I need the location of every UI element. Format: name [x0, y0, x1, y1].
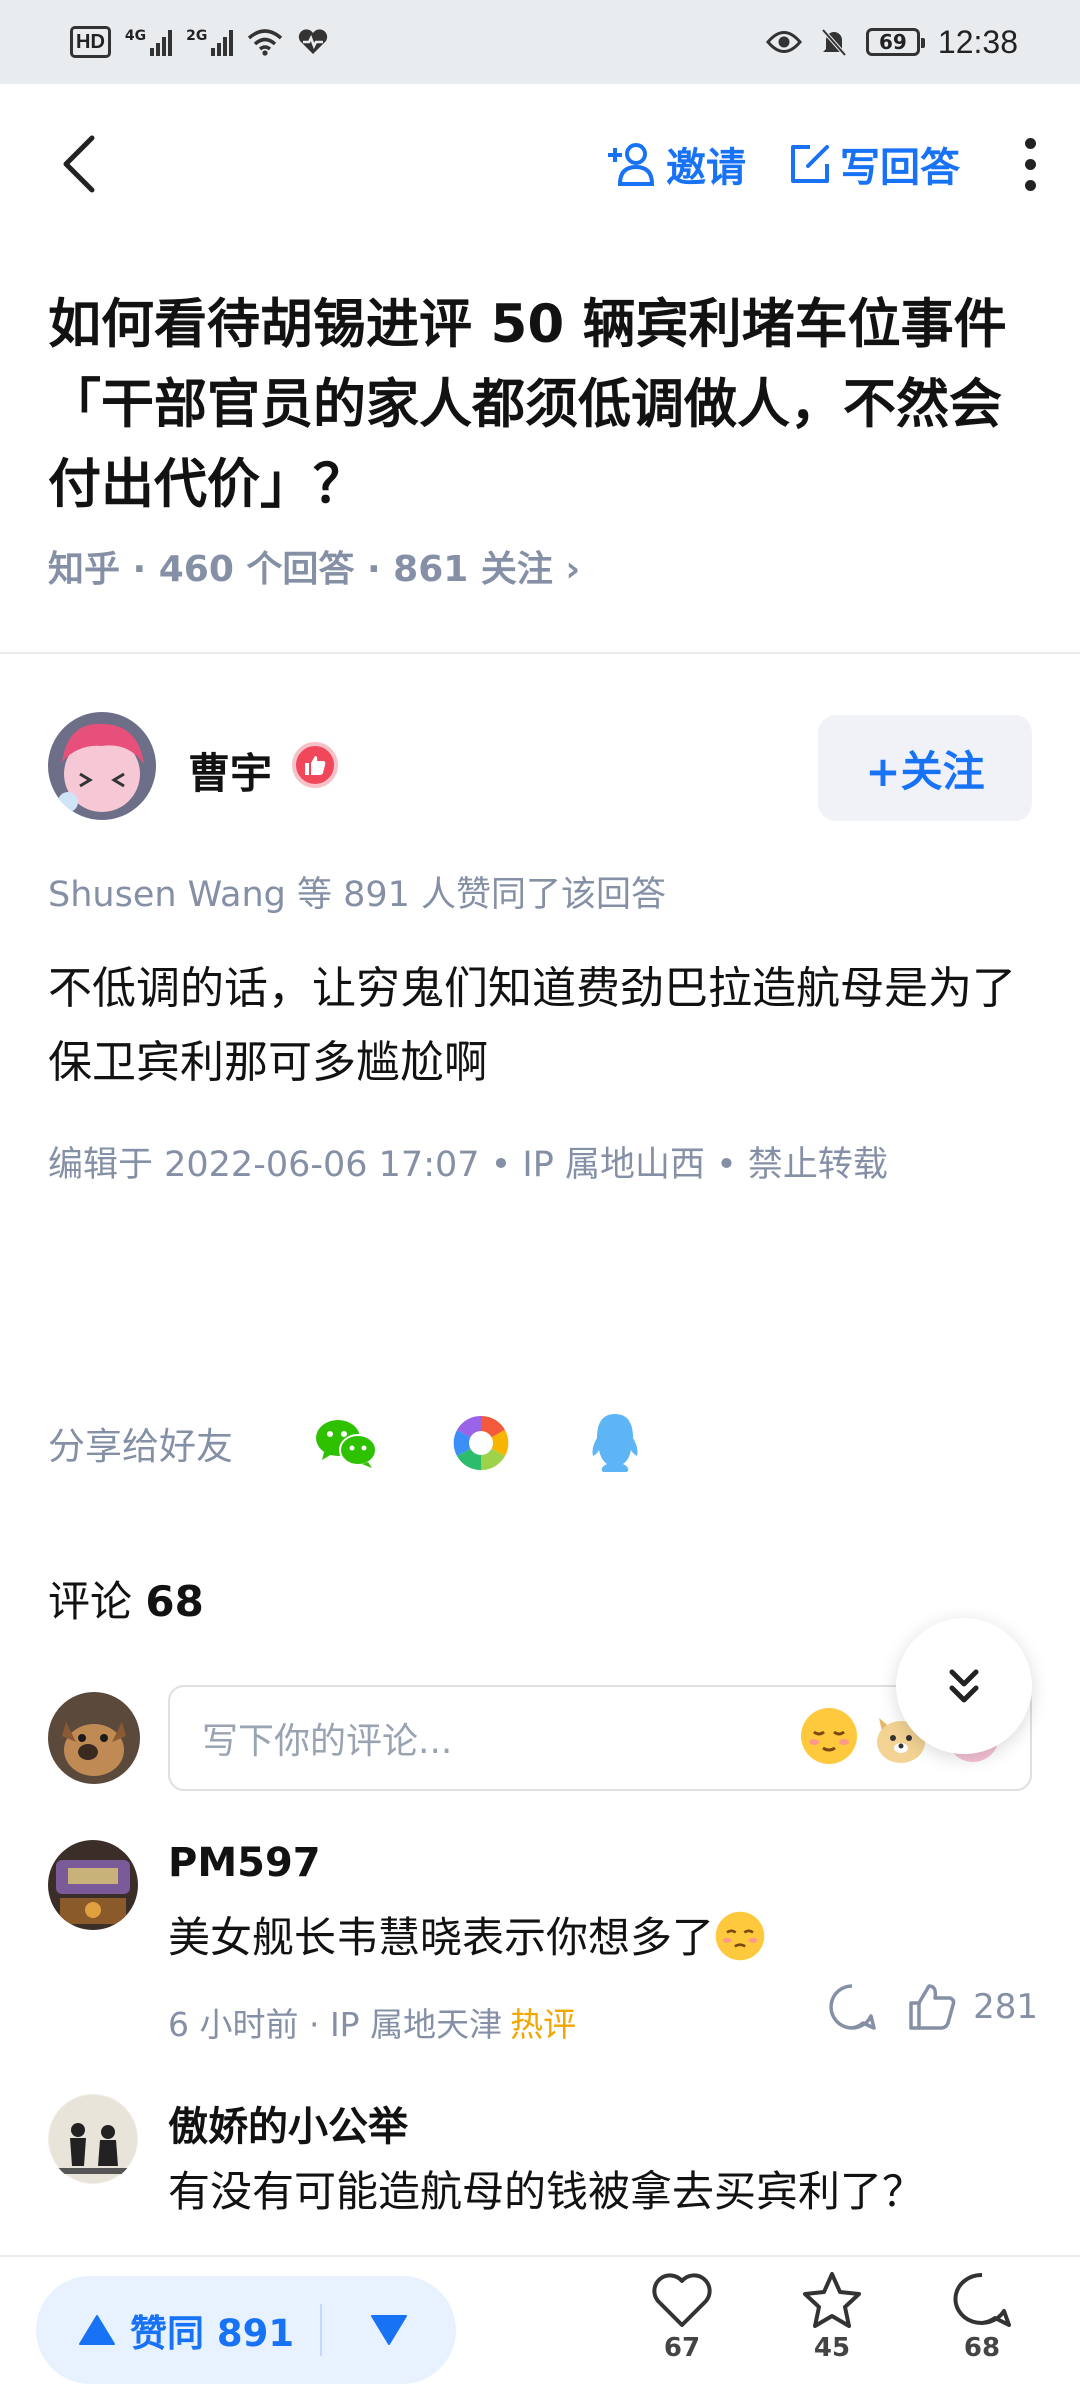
signal-2g-icon: 2G — [186, 28, 234, 56]
answer-meta: 编辑于 2022-06-06 17:07 • IP 属地山西 • 禁止转载 — [48, 1145, 888, 1185]
upvoters-text[interactable]: Shusen Wang 等 891 人赞同了该回答 — [48, 866, 666, 917]
content-emoji-icon[interactable] — [798, 1705, 860, 1767]
wechat-icon[interactable] — [312, 1408, 382, 1478]
star-icon — [803, 2272, 861, 2328]
comment-item: PM597 美女舰长韦慧晓表示你想多了 6 小时前 · IP 属地天津 热评 28… — [48, 1840, 1038, 2044]
downvote-button[interactable] — [322, 2314, 456, 2346]
question-title[interactable]: 如何看待胡锡进评 50 辆宾利堵车位事件「干部官员的家人都须低调做人，不然会付出… — [48, 285, 1028, 525]
comment-actions: 281 — [827, 1982, 1038, 2032]
user-avatar — [48, 1692, 140, 1784]
follow-button[interactable]: +关注 — [818, 715, 1032, 821]
triangle-down-icon — [371, 2315, 407, 2345]
share-label: 分享给好友 — [48, 1425, 233, 1468]
comments-header: 评论 68 — [48, 1568, 204, 1629]
hd-icon: HD — [70, 26, 111, 58]
author-name[interactable]: 曹宇 — [188, 740, 272, 801]
share-row: 分享给好友 — [48, 1408, 714, 1478]
comment-text-content: 美女舰长韦慧晓表示你想多了 — [168, 1913, 715, 1962]
top-nav: 邀请 写回答 — [0, 84, 1080, 244]
comment-input-placeholder: 写下你的评论... — [202, 1721, 453, 1762]
add-person-icon — [608, 143, 655, 186]
bottom-action-bar: 赞同 891 67 45 68 — [0, 2255, 1080, 2400]
comments-count: 68 — [145, 1577, 204, 1626]
invite-label: 邀请 — [666, 145, 746, 191]
back-button[interactable] — [60, 134, 120, 194]
comment-item: 傲娇的小公举 有没有可能造航母的钱被拿去买宾利了？ — [48, 2094, 1038, 2234]
moments-icon[interactable] — [446, 1408, 516, 1478]
invite-button[interactable]: 邀请 — [606, 135, 746, 193]
comment-meta: 6 小时前 · IP 属地天津 热评 — [168, 1998, 576, 2046]
more-options-button[interactable] — [1020, 137, 1040, 191]
write-answer-label: 写回答 — [840, 145, 960, 191]
like-count: 67 — [663, 2333, 701, 2363]
question-meta[interactable]: 知乎 · 460 个回答 · 861 关注 › — [48, 540, 580, 592]
triangle-up-icon — [79, 2315, 115, 2345]
comment-text: 美女舰长韦慧晓表示你想多了 — [168, 1904, 766, 1965]
comment-button[interactable]: 68 — [942, 2271, 1022, 2363]
vote-pill: 赞同 891 — [36, 2276, 456, 2384]
comment-bubble-icon — [953, 2272, 1011, 2327]
like-button[interactable]: 67 — [642, 2271, 722, 2363]
signal-4g-icon: 4G — [125, 28, 173, 56]
favorite-count: 45 — [813, 2333, 851, 2363]
status-right: 69 12:38 — [765, 23, 1018, 61]
nav-actions: 邀请 写回答 — [564, 135, 1040, 193]
commenter-avatar[interactable] — [48, 2094, 138, 2184]
commenter-name[interactable]: 傲娇的小公举 — [168, 2094, 408, 2152]
thumbs-up-icon — [909, 1984, 956, 2030]
eye-icon — [765, 31, 802, 53]
favorite-button[interactable]: 45 — [792, 2271, 872, 2363]
edit-icon — [791, 145, 829, 183]
heart-rate-icon — [299, 29, 328, 54]
reply-icon[interactable] — [827, 1982, 877, 2032]
double-chevron-down-icon — [949, 1669, 979, 1703]
answer-content: 不低调的话，让穷鬼们知道费劲巴拉造航母是为了保卫宾利那可多尴尬啊 — [48, 963, 1016, 1088]
author-avatar[interactable] — [48, 712, 156, 820]
status-left: HD 4G 2G — [70, 26, 329, 58]
mute-notification-icon — [821, 28, 847, 57]
thumbs-up-badge-icon — [292, 742, 338, 788]
comment-like-count: 281 — [973, 1987, 1038, 2027]
heart-icon — [652, 2273, 712, 2327]
upvote-label: 赞同 891 — [130, 2312, 295, 2355]
upvote-button[interactable]: 赞同 891 — [36, 2303, 320, 2357]
status-time: 12:38 — [937, 23, 1018, 60]
comment-time-location: 6 小时前 · IP 属地天津 — [168, 2005, 503, 2044]
comment-like-button[interactable]: 281 — [907, 1983, 1038, 2031]
qq-icon[interactable] — [580, 1408, 650, 1478]
hot-comment-badge: 热评 — [510, 2005, 577, 2044]
comment-text: 有没有可能造航母的钱被拿去买宾利了？ — [168, 2167, 925, 2216]
wifi-icon — [248, 29, 283, 56]
write-answer-button[interactable]: 写回答 — [788, 135, 960, 193]
divider — [0, 652, 1080, 654]
status-bar: HD 4G 2G 69 12:38 — [0, 0, 1080, 84]
battery-icon: 69 — [865, 28, 925, 56]
chevron-left-icon — [63, 135, 95, 193]
commenter-avatar[interactable] — [48, 1840, 138, 1930]
comment-count: 68 — [963, 2333, 1001, 2363]
commenter-name[interactable]: PM597 — [168, 1840, 321, 1886]
comments-label: 评论 — [48, 1577, 133, 1626]
scroll-down-button[interactable] — [896, 1618, 1032, 1754]
blush-emoji-icon — [715, 1911, 765, 1961]
